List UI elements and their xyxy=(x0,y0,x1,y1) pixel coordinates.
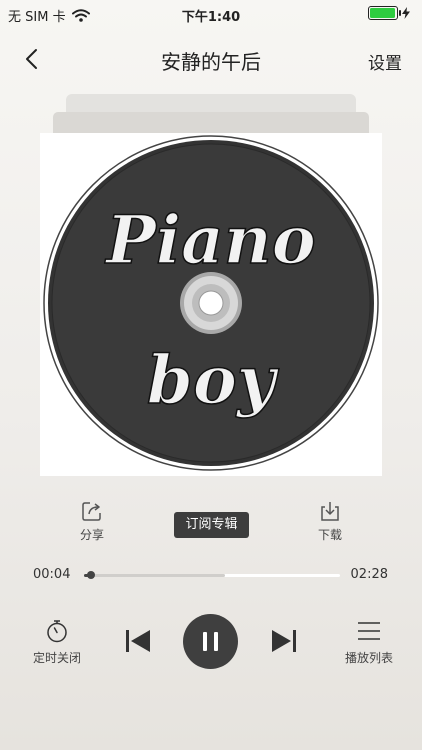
album-title-line2: boy xyxy=(147,341,280,419)
next-track-icon[interactable] xyxy=(268,625,300,657)
subscribe-album-button[interactable]: 订阅专辑 xyxy=(174,512,249,538)
battery-group xyxy=(368,6,410,20)
playlist-label: 播放列表 xyxy=(344,651,393,665)
playlist-button[interactable]: 播放列表 xyxy=(334,618,404,666)
list-icon xyxy=(358,622,380,640)
previous-track-icon[interactable] xyxy=(122,625,154,657)
progress-knob[interactable] xyxy=(86,571,95,579)
download-label: 下载 xyxy=(317,528,342,542)
stopwatch-icon xyxy=(47,620,67,643)
download-icon xyxy=(321,502,339,521)
battery-icon xyxy=(368,6,401,20)
charging-bolt-icon xyxy=(402,7,410,19)
share-label: 分享 xyxy=(79,528,104,542)
status-time: 下午1:40 xyxy=(181,10,241,25)
total-time: 02:28 xyxy=(350,567,388,582)
album-cover: Piano boy xyxy=(40,133,382,476)
navigation-bar: 安静的午后 设置 xyxy=(0,40,422,80)
share-icon xyxy=(82,502,101,521)
settings-button[interactable]: 设置 xyxy=(368,49,402,74)
page-title: 安静的午后 xyxy=(161,50,261,74)
battery-fill xyxy=(370,8,395,18)
pause-icon-bar-right xyxy=(214,632,218,651)
status-bar: 无 SIM 卡 下午1:40 xyxy=(0,0,422,28)
album-title-line1: Piano xyxy=(104,201,315,279)
download-button[interactable]: 下载 xyxy=(300,500,360,543)
buffer-bar xyxy=(84,574,225,577)
current-time: 00:04 xyxy=(33,567,71,582)
sleep-timer-label: 定时关闭 xyxy=(32,651,81,665)
progress-slider[interactable] xyxy=(84,571,340,579)
sleep-timer-button[interactable]: 定时关闭 xyxy=(22,618,92,666)
pause-icon-bar-left xyxy=(203,632,207,651)
share-button[interactable]: 分享 xyxy=(62,500,122,543)
vinyl-disc-art: Piano boy xyxy=(43,135,379,471)
pause-button[interactable] xyxy=(183,614,238,669)
